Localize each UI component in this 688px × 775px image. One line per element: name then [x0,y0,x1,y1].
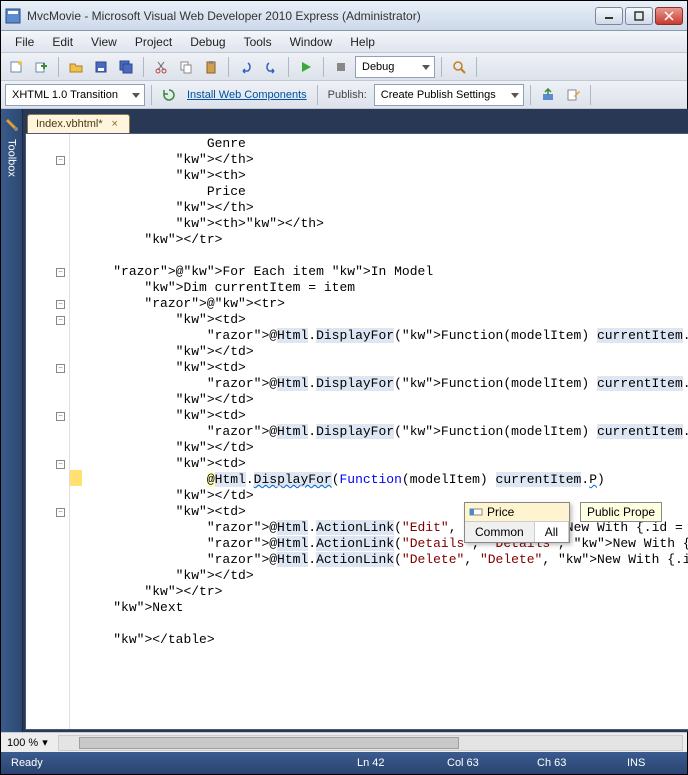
code-editor[interactable]: − − − − − − − − [25,133,688,730]
doctype-dropdown[interactable]: XHTML 1.0 Transition [5,84,145,106]
stop-button[interactable] [330,56,352,78]
intellisense-tab-common[interactable]: Common [465,522,535,542]
redo-button[interactable] [260,56,282,78]
cut-button[interactable] [150,56,172,78]
solution-config-dropdown[interactable]: Debug [355,56,435,78]
intellisense-tab-all[interactable]: All [535,522,569,542]
chevron-down-icon: ▾ [42,736,48,749]
status-col: Col 63 [447,757,497,769]
title-bar: MvcMovie - Microsoft Visual Web Develope… [1,1,687,31]
menu-help[interactable]: Help [342,33,383,51]
edit-publish-button[interactable] [562,84,584,106]
maximize-button[interactable] [625,7,653,25]
menu-view[interactable]: View [83,33,125,51]
zoom-selector[interactable]: 100 %▾ [1,736,54,749]
add-item-button[interactable] [30,56,52,78]
find-button[interactable] [448,56,470,78]
app-icon [5,8,21,24]
status-ready: Ready [11,757,61,769]
intellisense-item[interactable]: Price [465,503,569,521]
editor-bottom-bar: 100 %▾ [1,732,687,752]
minimize-button[interactable] [595,7,623,25]
save-button[interactable] [90,56,112,78]
status-line: Ln 42 [357,757,407,769]
close-tab-button[interactable]: × [109,118,121,130]
standard-toolbar: Debug [1,53,687,81]
hscroll-thumb[interactable] [79,737,459,749]
horizontal-scrollbar[interactable] [58,735,683,751]
close-button[interactable] [655,7,683,25]
property-icon [469,505,483,519]
save-all-button[interactable] [115,56,137,78]
paste-button[interactable] [200,56,222,78]
intellisense-popup[interactable]: Price Common All [464,502,570,543]
refresh-icon[interactable] [158,84,180,106]
change-margin [70,134,82,729]
document-tab-strip: Index.vbhtml* × ▾ [23,109,688,133]
menu-bar: File Edit View Project Debug Tools Windo… [1,31,687,53]
web-toolbar: XHTML 1.0 Transition Install Web Compone… [1,81,687,109]
open-button[interactable] [65,56,87,78]
menu-window[interactable]: Window [282,33,341,51]
publish-label: Publish: [328,89,367,101]
toolbox-icon [4,117,20,133]
status-ins: INS [627,757,677,769]
start-debug-button[interactable] [295,56,317,78]
status-bar: Ready Ln 42 Col 63 Ch 63 INS [1,752,687,774]
menu-debug[interactable]: Debug [182,33,233,51]
menu-edit[interactable]: Edit [44,33,81,51]
publish-dropdown[interactable]: Create Publish Settings [374,84,524,106]
status-ch: Ch 63 [537,757,587,769]
menu-project[interactable]: Project [127,33,180,51]
document-tab-label: Index.vbhtml* [36,118,103,130]
code-text-area[interactable]: Genre "kw"></th> "kw"><th> Price "kw"></… [82,134,688,729]
menu-tools[interactable]: Tools [236,33,280,51]
menu-file[interactable]: File [7,33,42,51]
toolbox-panel-tab[interactable]: Toolbox [1,109,23,732]
new-project-button[interactable] [5,56,27,78]
publish-button[interactable] [537,84,559,106]
intellisense-tooltip: Public Prope [580,502,662,522]
outline-gutter[interactable]: − − − − − − − − [26,134,70,729]
undo-button[interactable] [235,56,257,78]
window-title: MvcMovie - Microsoft Visual Web Develope… [27,9,595,23]
copy-button[interactable] [175,56,197,78]
document-area: Index.vbhtml* × ▾ − − − − − − − [23,109,688,732]
document-tab[interactable]: Index.vbhtml* × [27,114,130,133]
install-web-components-link[interactable]: Install Web Components [183,89,311,101]
